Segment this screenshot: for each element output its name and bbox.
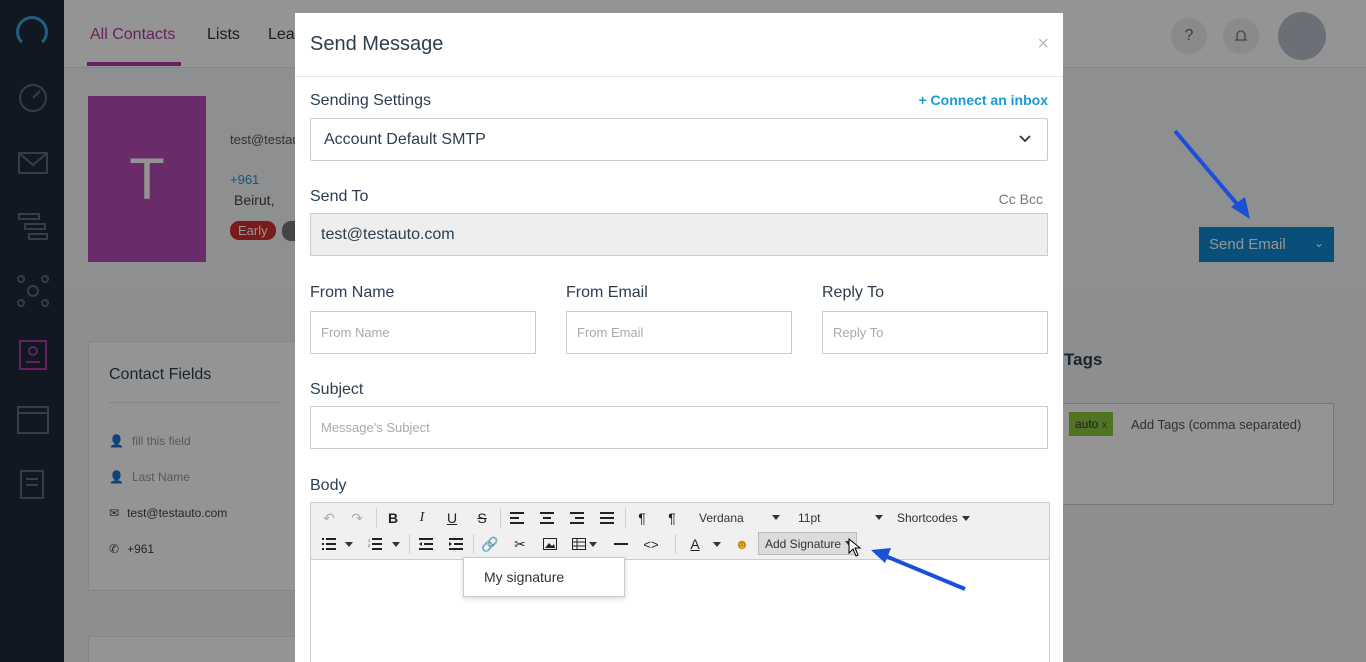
signature-item[interactable]: My signature (484, 569, 564, 585)
send-to-field[interactable]: test@testauto.com (310, 213, 1048, 256)
add-signature-button[interactable]: Add Signature (758, 532, 857, 555)
ltr-icon[interactable]: ¶ (632, 507, 652, 529)
divider (675, 534, 676, 554)
caret-down-icon[interactable] (710, 533, 724, 555)
signature-menu: My signature (463, 557, 625, 597)
caret-down-icon[interactable] (342, 533, 356, 555)
plus-icon: + (918, 92, 931, 108)
source-code-icon[interactable]: <> (641, 533, 661, 555)
undo-icon[interactable]: ↶ (319, 507, 339, 529)
placeholder: Message's Subject (321, 420, 430, 435)
sending-settings-label: Sending Settings (310, 92, 431, 109)
modal-title: Send Message (310, 33, 444, 55)
annotation-arrow (1173, 129, 1250, 219)
image-icon[interactable] (540, 533, 560, 555)
subject-label: Subject (310, 381, 364, 398)
reply-to-field[interactable]: Reply To (822, 311, 1048, 354)
numbered-list-icon[interactable]: 12 (365, 533, 385, 555)
connect-inbox-label: Connect an inbox (930, 92, 1048, 108)
align-center-icon[interactable] (537, 507, 557, 529)
emoji-icon[interactable]: ☻ (732, 533, 752, 555)
connect-inbox-link[interactable]: + Connect an inbox (918, 92, 1048, 108)
bold-icon[interactable]: B (383, 507, 403, 529)
mouse-cursor-icon (848, 538, 862, 557)
underline-icon[interactable]: U (442, 507, 462, 529)
cc-bcc-link[interactable]: Cc Bcc (999, 191, 1043, 207)
align-justify-icon[interactable] (597, 507, 617, 529)
font-size-select[interactable]: 11pt (798, 507, 883, 529)
send-to-label: Send To (310, 188, 369, 205)
shortcodes-label: Shortcodes (897, 511, 958, 525)
indent-icon[interactable] (446, 533, 466, 555)
from-email-label: From Email (566, 284, 648, 301)
caret-down-icon (772, 515, 780, 520)
bullet-list-icon[interactable] (319, 533, 339, 555)
strikethrough-icon[interactable]: S (472, 507, 492, 529)
from-email-field[interactable]: From Email (566, 311, 792, 354)
from-name-field[interactable]: From Name (310, 311, 536, 354)
modal-header: Send Message × (295, 13, 1063, 77)
reply-to-label: Reply To (822, 284, 884, 301)
placeholder: Reply To (833, 325, 884, 340)
align-right-icon[interactable] (567, 507, 587, 529)
italic-icon[interactable]: I (412, 507, 432, 529)
font-family-select[interactable]: Verdana (699, 507, 784, 529)
align-left-icon[interactable] (507, 507, 527, 529)
add-signature-label: Add Signature (765, 536, 842, 551)
divider (473, 534, 474, 554)
from-name-label: From Name (310, 284, 395, 301)
body-label: Body (310, 477, 347, 494)
font-family-value: Verdana (699, 511, 744, 525)
unlink-icon[interactable]: ✂ (510, 533, 530, 555)
text-color-icon[interactable]: A (685, 533, 705, 555)
subject-field[interactable]: Message's Subject (310, 406, 1048, 449)
placeholder: From Name (321, 325, 390, 340)
rtl-icon[interactable]: ¶ (662, 507, 682, 529)
annotation-arrow (871, 548, 966, 591)
caret-down-icon[interactable] (389, 533, 403, 555)
link-icon[interactable]: 🔗 (480, 533, 500, 555)
divider (376, 508, 377, 528)
horizontal-rule-icon[interactable] (611, 533, 631, 555)
font-size-value: 11pt (798, 511, 821, 525)
send-to-value: test@testauto.com (321, 225, 455, 243)
redo-icon[interactable]: ↷ (347, 507, 367, 529)
shortcodes-menu[interactable]: Shortcodes (897, 507, 977, 529)
caret-down-icon (875, 515, 883, 520)
outdent-icon[interactable] (416, 533, 436, 555)
divider (409, 534, 410, 554)
divider (500, 508, 501, 528)
divider (625, 508, 626, 528)
smtp-select[interactable]: Account Default SMTP (310, 118, 1048, 161)
table-icon[interactable] (570, 533, 598, 555)
smtp-select-value: Account Default SMTP (324, 130, 486, 148)
close-icon[interactable]: × (1037, 33, 1049, 56)
placeholder: From Email (577, 325, 644, 340)
caret-down-icon (961, 515, 970, 521)
chevron-down-icon (1019, 135, 1031, 143)
svg-text:2: 2 (368, 543, 371, 548)
